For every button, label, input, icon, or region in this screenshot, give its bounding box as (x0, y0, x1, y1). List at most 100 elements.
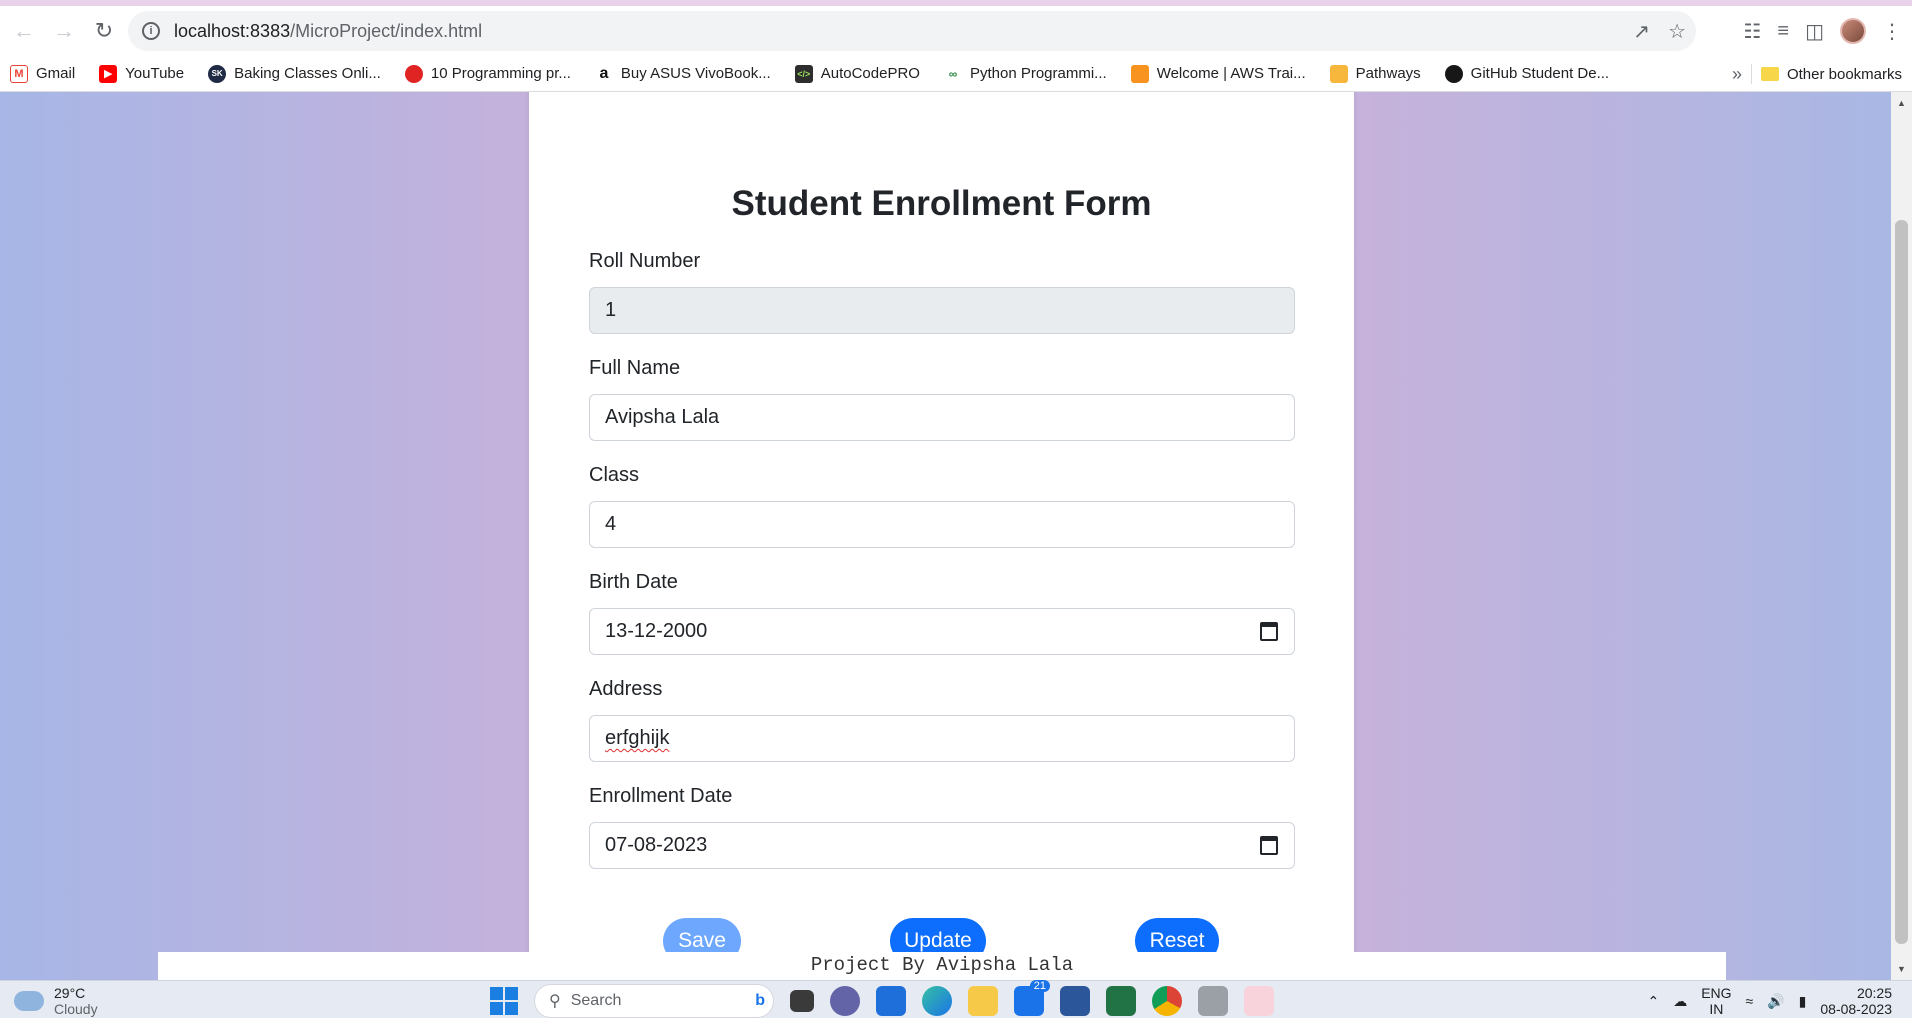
bookmarks-overflow-icon[interactable]: » (1732, 56, 1742, 92)
store-icon[interactable] (876, 986, 906, 1016)
bookmark-aws[interactable]: Welcome | AWS Trai... (1130, 64, 1306, 83)
bookmark-label: 10 Programming pr... (430, 65, 571, 82)
url-text: localhost:8383/MicroProject/index.html (174, 21, 482, 42)
windows-start-icon[interactable] (490, 987, 518, 1015)
bookmarks-bar: M Gmail ▶ YouTube SK Baking Classes Onli… (0, 56, 1912, 92)
address-field[interactable]: erfghijk (589, 715, 1295, 762)
geeks-icon: ∞ (943, 64, 962, 83)
bookmark-baking[interactable]: SK Baking Classes Onli... (208, 64, 381, 83)
roll-number-value: 1 (605, 299, 617, 321)
mail-icon[interactable]: 21 (1014, 980, 1050, 1016)
word-icon[interactable] (1060, 986, 1090, 1016)
back-icon[interactable]: ← (4, 11, 44, 51)
bookmark-pathways[interactable]: Pathways (1329, 64, 1421, 83)
bookmark-label: Welcome | AWS Trai... (1156, 65, 1306, 82)
form-title: Student Enrollment Form (731, 184, 1152, 223)
system-tray: ⌃ ☁ ENG IN ≈ 🔊 ▮ 20:25 08-08-2023 (1647, 983, 1892, 1018)
bookmark-asus[interactable]: a Buy ASUS VivoBook... (594, 64, 771, 83)
full-name-value: Avipsha Lala (605, 406, 720, 428)
bookmark-label: YouTube (125, 65, 185, 82)
site-info-icon[interactable]: i (142, 22, 160, 40)
address-bar[interactable]: i localhost:8383/MicroProject/index.html… (128, 11, 1696, 51)
bookmark-github[interactable]: GitHub Student De... (1444, 64, 1610, 83)
teams-icon[interactable] (830, 986, 860, 1016)
bookmark-label: Gmail (36, 65, 76, 82)
bookmarks-divider (1751, 64, 1752, 84)
enrollment-date-field[interactable]: 07-08-2023 (589, 822, 1295, 869)
other-bookmarks[interactable]: Other bookmarks (1760, 56, 1902, 92)
tray-chevron-icon[interactable]: ⌃ (1647, 993, 1659, 1010)
edge-icon[interactable] (922, 986, 952, 1016)
snipping-tool-icon[interactable] (1244, 986, 1274, 1016)
birth-date-field[interactable]: 13-12-2000 (589, 608, 1295, 655)
box-icon (1329, 64, 1348, 83)
weather-condition: Cloudy (54, 1001, 98, 1017)
enrollment-date-value: 07-08-2023 (605, 834, 708, 856)
onedrive-icon[interactable]: ☁ (1673, 993, 1687, 1010)
bookmark-autocodepro[interactable]: </> AutoCodePRO (794, 64, 920, 83)
search-placeholder: Search (570, 992, 622, 1009)
volume-icon[interactable]: 🔊 (1767, 993, 1784, 1010)
task-view-icon[interactable] (790, 990, 814, 1012)
enrollment-date-label: Enrollment Date (589, 785, 733, 807)
omnibox-actions: ↗ ☆ (1633, 11, 1686, 51)
language: ENG (1701, 985, 1732, 1001)
battery-icon[interactable]: ▮ (1799, 993, 1807, 1010)
full-name-field[interactable]: Avipsha Lala (589, 394, 1295, 441)
birth-date-value: 13-12-2000 (605, 620, 708, 642)
bookmark-python[interactable]: ∞ Python Programmi... (943, 64, 1107, 83)
bookmark-programming[interactable]: 10 Programming pr... (404, 64, 571, 83)
url-host: localhost:8383 (174, 20, 291, 41)
toolbar-right: ☷ ≡ ◫ ⋮ (1743, 6, 1902, 56)
scroll-up-icon[interactable]: ▲ (1891, 94, 1912, 112)
roll-number-field[interactable]: 1 (589, 287, 1295, 334)
bookmark-label: AutoCodePRO (820, 65, 920, 82)
enrollment-form-card: Student Enrollment Form Roll Number 1 Fu… (529, 92, 1354, 964)
profile-avatar[interactable] (1840, 18, 1866, 44)
class-field[interactable]: 4 (589, 501, 1295, 548)
side-panel-icon[interactable]: ◫ (1805, 19, 1824, 44)
browser-toolbar: ← → ↻ i localhost:8383/MicroProject/inde… (0, 6, 1912, 56)
clock[interactable]: 20:25 08-08-2023 (1820, 985, 1892, 1017)
page-scrollbar[interactable]: ▲ ▼ (1891, 92, 1912, 980)
other-bookmarks-label: Other bookmarks (1786, 65, 1902, 83)
bookmark-youtube[interactable]: ▶ YouTube (99, 64, 185, 83)
windows-taskbar: 29°C Cloudy ⚲ Search b 21 ⌃ ☁ ENG IN ≈ � (0, 980, 1912, 1018)
share-icon[interactable]: ↗ (1633, 19, 1650, 44)
bookmark-label: Pathways (1355, 65, 1421, 82)
taskbar-apps: ⚲ Search b 21 (490, 980, 1274, 1018)
reading-list-icon[interactable]: ≡ (1777, 20, 1789, 43)
bookmark-label: Python Programmi... (969, 65, 1107, 82)
bookmark-label: Baking Classes Onli... (234, 65, 381, 82)
chrome-icon[interactable] (1152, 986, 1182, 1016)
bookmark-gmail[interactable]: M Gmail (10, 64, 76, 83)
bing-icon: b (755, 992, 765, 1009)
reload-icon[interactable]: ↻ (84, 11, 124, 51)
weather-widget[interactable]: 29°C Cloudy (14, 985, 98, 1017)
address-value: erfghijk (605, 727, 670, 749)
menu-kebab-icon[interactable]: ⋮ (1882, 19, 1902, 44)
taskbar-search[interactable]: ⚲ Search b (534, 984, 774, 1018)
language-indicator[interactable]: ENG IN (1701, 985, 1731, 1017)
full-name-label: Full Name (589, 357, 681, 379)
weather-text: 29°C Cloudy (54, 985, 98, 1017)
aws-icon (1130, 64, 1149, 83)
app-icon[interactable] (1198, 986, 1228, 1016)
bookmark-label: GitHub Student De... (1470, 65, 1610, 82)
calendar-icon[interactable] (1260, 622, 1278, 641)
birth-date-label: Birth Date (589, 571, 678, 593)
roll-number-label: Roll Number (589, 250, 701, 272)
class-label: Class (589, 464, 640, 486)
address-label: Address (589, 678, 663, 700)
scroll-thumb[interactable] (1895, 220, 1908, 944)
gmail-icon: M (10, 64, 28, 83)
forward-icon[interactable]: → (44, 11, 84, 51)
calendar-icon[interactable] (1260, 836, 1278, 855)
extensions-icon[interactable]: ☷ (1743, 19, 1761, 44)
folder-icon (1760, 67, 1779, 81)
scroll-down-icon[interactable]: ▼ (1891, 960, 1912, 978)
excel-icon[interactable] (1106, 986, 1136, 1016)
wifi-icon[interactable]: ≈ (1746, 993, 1754, 1009)
file-explorer-icon[interactable] (968, 986, 998, 1016)
bookmark-star-icon[interactable]: ☆ (1668, 19, 1686, 44)
